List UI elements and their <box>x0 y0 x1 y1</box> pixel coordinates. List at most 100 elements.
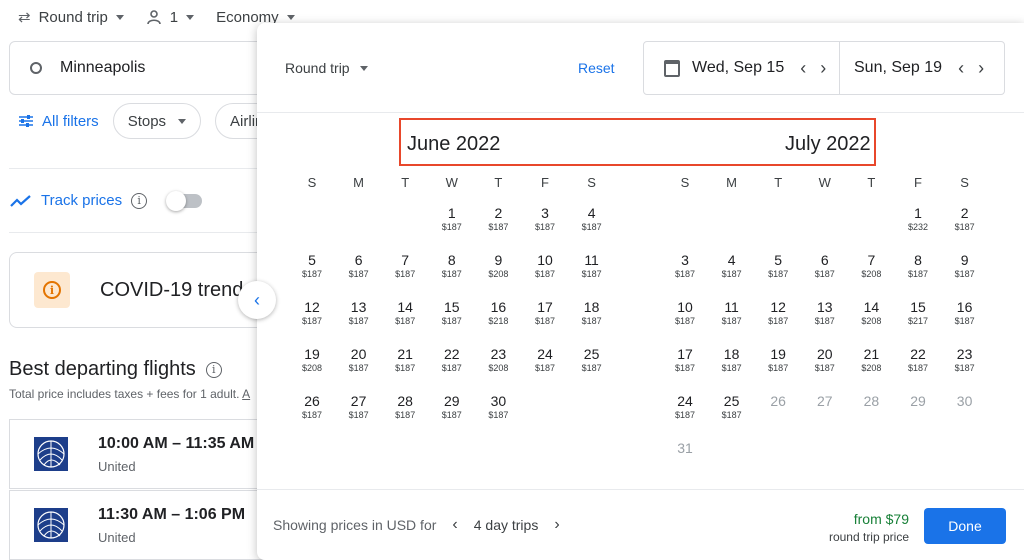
calendar-day[interactable]: 22 $187 <box>895 346 941 374</box>
calendar-day[interactable]: 1 $187 <box>429 205 475 233</box>
day-price: $187 <box>954 222 975 232</box>
calendar-day[interactable]: 29 <box>895 393 941 409</box>
chevron-left-icon[interactable]: ‹ <box>800 59 806 77</box>
chevron-left-icon[interactable]: ‹ <box>452 516 457 534</box>
calendar-day[interactable]: 4 $187 <box>709 252 755 280</box>
chevron-right-icon[interactable]: › <box>978 59 984 77</box>
calendar-day[interactable]: 19 $187 <box>755 346 801 374</box>
all-filters-button[interactable]: All filters <box>18 113 99 130</box>
calendar-day[interactable]: 19 $208 <box>289 346 335 374</box>
day-price: $187 <box>534 269 556 279</box>
calendar-day[interactable]: 23 $187 <box>942 346 988 374</box>
day-number: 11 <box>584 252 599 268</box>
learn-more-link[interactable]: A <box>242 387 250 401</box>
chevron-down-icon <box>359 65 368 71</box>
calendar-day[interactable]: 12 $187 <box>755 299 801 327</box>
chevron-right-icon[interactable]: › <box>820 59 826 77</box>
calendar-day[interactable]: 8 $187 <box>895 252 941 280</box>
calendar-day[interactable]: 2 $187 <box>475 205 521 233</box>
calendar-day[interactable]: 18 $187 <box>569 299 615 327</box>
calendar-day[interactable]: 15 $187 <box>429 299 475 327</box>
calendar-day[interactable]: 8 $187 <box>429 252 475 280</box>
day-number: 25 <box>723 393 740 409</box>
calendar-day[interactable]: 18 $187 <box>709 346 755 374</box>
day-price: $208 <box>488 269 509 279</box>
calendar-day[interactable]: 13 $187 <box>802 299 848 327</box>
dialog-trip-type-select[interactable]: Round trip <box>285 60 368 76</box>
calendar-day[interactable]: 15 $217 <box>895 299 941 327</box>
calendar-day[interactable]: 27 $187 <box>336 393 382 421</box>
calendar-day[interactable]: 17 $187 <box>662 346 708 374</box>
day-price: $187 <box>721 269 742 279</box>
calendar-day[interactable]: 24 $187 <box>662 393 708 421</box>
calendar-day[interactable]: 25 $187 <box>569 346 615 374</box>
calendar-day[interactable]: 11 $187 <box>709 299 755 327</box>
calendar-day[interactable]: 13 $187 <box>336 299 382 327</box>
calendar-day[interactable]: 20 $187 <box>336 346 382 374</box>
calendar-day[interactable]: 29 $187 <box>429 393 475 421</box>
calendar-day[interactable]: 7 $208 <box>848 252 894 280</box>
calendar-day[interactable]: 14 $187 <box>382 299 428 327</box>
calendar-day[interactable]: 16 $218 <box>475 299 521 327</box>
calendar-day[interactable]: 10 $187 <box>662 299 708 327</box>
stops-filter-chip[interactable]: Stops <box>112 103 202 139</box>
day-number: 15 <box>910 299 926 315</box>
calendar-day[interactable]: 3 $187 <box>522 205 568 233</box>
day-number: 1 <box>914 205 922 221</box>
calendar-day[interactable]: 22 $187 <box>429 346 475 374</box>
info-icon[interactable]: i <box>131 192 148 209</box>
calendar-day[interactable]: 25 $187 <box>709 393 755 421</box>
calendar-day[interactable]: 30 $187 <box>475 393 521 421</box>
trip-length-label: 4 day trips <box>473 517 539 533</box>
info-icon[interactable]: i <box>205 361 222 378</box>
previous-month-button[interactable]: ‹ <box>238 281 276 319</box>
calendar-day[interactable]: 16 $187 <box>942 299 988 327</box>
weekday-header: T <box>401 175 410 190</box>
calendar-day[interactable]: 3 $187 <box>662 252 708 280</box>
calendar-day[interactable]: 1 $232 <box>895 205 941 233</box>
calendar-day[interactable]: 20 $187 <box>802 346 848 374</box>
day-price: $187 <box>395 316 416 326</box>
trip-type-select[interactable]: ⇄ Round trip <box>18 8 124 26</box>
calendar-day[interactable]: 30 <box>942 393 988 409</box>
day-price: $187 <box>768 269 789 279</box>
calendar-day[interactable]: 10 $187 <box>522 252 568 280</box>
calendar-day[interactable]: 7 $187 <box>382 252 428 280</box>
calendar-day[interactable]: 6 $187 <box>336 252 382 280</box>
reset-button[interactable]: Reset <box>578 60 615 76</box>
calendar-day[interactable]: 28 $187 <box>382 393 428 421</box>
calendar-day[interactable]: 11 $187 <box>569 252 615 280</box>
calendar-day[interactable]: 6 $187 <box>802 252 848 280</box>
calendar-day[interactable]: 12 $187 <box>289 299 335 327</box>
calendar-day[interactable]: 17 $187 <box>522 299 568 327</box>
day-price: $187 <box>814 363 835 373</box>
calendar-day[interactable]: 14 $208 <box>848 299 894 327</box>
calendar-day[interactable]: 5 $187 <box>289 252 335 280</box>
chevron-right-icon[interactable]: › <box>554 516 559 534</box>
chevron-left-icon[interactable]: ‹ <box>958 59 964 77</box>
calendar-day[interactable]: 28 <box>848 393 894 409</box>
calendar-day[interactable]: 5 $187 <box>755 252 801 280</box>
calendar-day[interactable]: 26 $187 <box>289 393 335 421</box>
calendar-day[interactable]: 24 $187 <box>522 346 568 374</box>
toggle-knob <box>166 190 187 211</box>
calendar-day[interactable]: 21 $187 <box>382 346 428 374</box>
return-date-field[interactable]: Sun, Sep 19 ‹ › <box>840 42 1004 94</box>
date-picker-dialog: Round trip Reset Wed, Sep 15 ‹ › Sun, Se… <box>257 23 1024 560</box>
track-prices-toggle[interactable] <box>166 190 203 211</box>
day-number: 21 <box>397 346 413 362</box>
passenger-select[interactable]: 1 <box>146 9 195 26</box>
calendar-day[interactable]: 27 <box>802 393 848 409</box>
departure-date-field[interactable]: Wed, Sep 15 ‹ › <box>644 42 840 94</box>
calendar-day[interactable]: 31 <box>662 440 708 456</box>
best-flights-title: Best departing flights <box>9 358 196 380</box>
calendar-day[interactable]: 23 $208 <box>475 346 521 374</box>
done-button[interactable]: Done <box>924 508 1006 544</box>
day-number: 19 <box>770 346 786 362</box>
calendar-day[interactable]: 2 $187 <box>942 205 988 233</box>
calendar-day[interactable]: 21 $208 <box>848 346 894 374</box>
calendar-day[interactable]: 26 <box>755 393 801 409</box>
calendar-day[interactable]: 9 $208 <box>475 252 521 280</box>
calendar-day[interactable]: 4 $187 <box>569 205 615 233</box>
calendar-day[interactable]: 9 $187 <box>942 252 988 280</box>
